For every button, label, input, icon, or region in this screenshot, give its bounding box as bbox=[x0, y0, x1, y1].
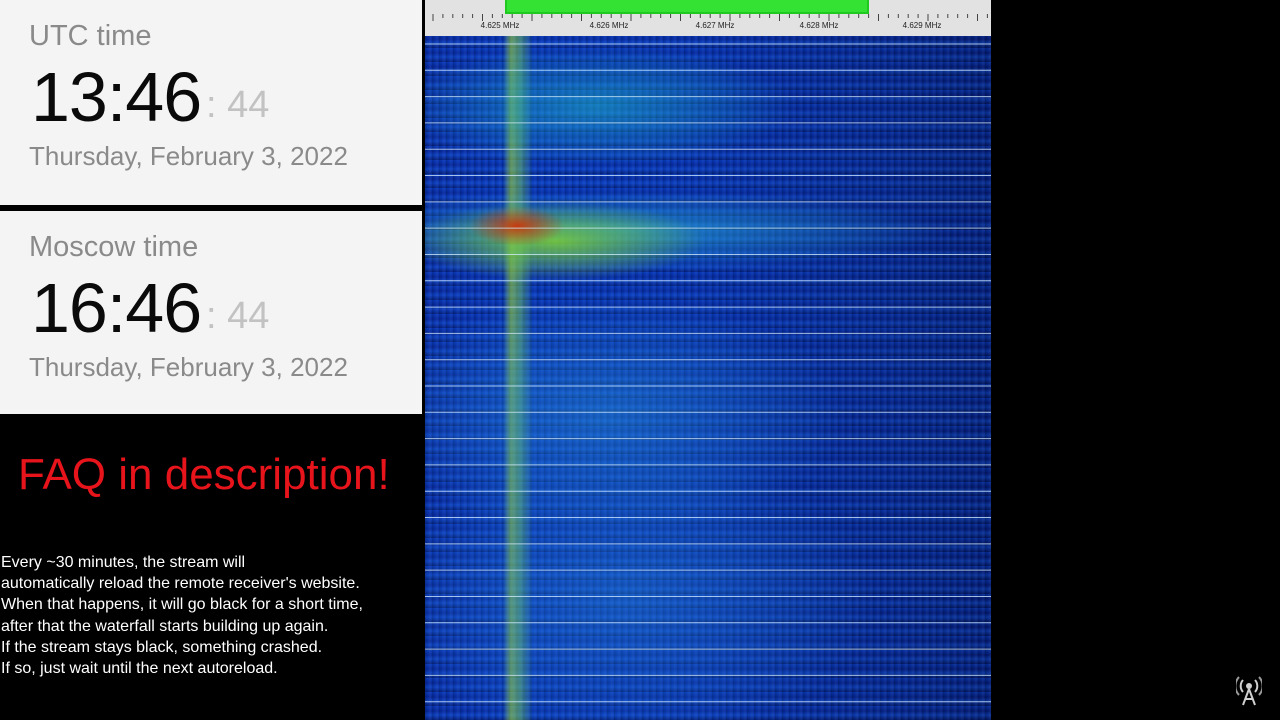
notice-line: When that happens, it will go black for … bbox=[1, 596, 363, 614]
moscow-clock-seconds: : 44 bbox=[206, 295, 270, 337]
notice-line: If the stream stays black, something cra… bbox=[1, 638, 323, 656]
waterfall-timestamp-lines bbox=[425, 43, 991, 703]
reload-notice: Every ~30 minutes, the stream will autom… bbox=[1, 552, 421, 679]
freq-label-4627: 4.627 MHz bbox=[695, 21, 735, 30]
moscow-clock-panel: Moscow time 16:46 : 44 Thursday, Februar… bbox=[0, 211, 422, 414]
freq-label-4628: 4.628 MHz bbox=[799, 21, 839, 30]
utc-clock-panel: UTC time 13:46 : 44 Thursday, February 3… bbox=[0, 0, 422, 205]
faq-banner: FAQ in description! bbox=[18, 450, 390, 499]
frequency-scale[interactable]: 4.625 MHz 4.626 MHz 4.627 MHz 4.628 MHz … bbox=[425, 0, 991, 36]
utc-clock-label: UTC time bbox=[29, 20, 152, 52]
passband-indicator[interactable] bbox=[505, 0, 869, 14]
notice-line: If so, just wait until the next autorelo… bbox=[1, 660, 278, 678]
antenna-icon bbox=[1236, 676, 1262, 706]
moscow-clock-date: Thursday, February 3, 2022 bbox=[29, 352, 348, 382]
utc-clock-seconds: : 44 bbox=[206, 84, 270, 126]
freq-label-4625: 4.625 MHz bbox=[480, 21, 520, 30]
moscow-clock-label: Moscow time bbox=[29, 231, 199, 263]
waterfall-display bbox=[425, 36, 991, 720]
utc-clock-time: 13:46 bbox=[31, 58, 202, 136]
notice-line: automatically reload the remote receiver… bbox=[1, 575, 360, 593]
notice-line: after that the waterfall starts building… bbox=[1, 617, 329, 635]
freq-label-4629: 4.629 MHz bbox=[902, 21, 942, 30]
freq-label-4626: 4.626 MHz bbox=[589, 21, 629, 30]
utc-clock-date: Thursday, February 3, 2022 bbox=[29, 141, 348, 171]
moscow-clock-time: 16:46 bbox=[31, 269, 202, 347]
notice-line: Every ~30 minutes, the stream will bbox=[1, 554, 246, 571]
sdr-waterfall-panel: 4.625 MHz 4.626 MHz 4.627 MHz 4.628 MHz … bbox=[425, 0, 991, 720]
